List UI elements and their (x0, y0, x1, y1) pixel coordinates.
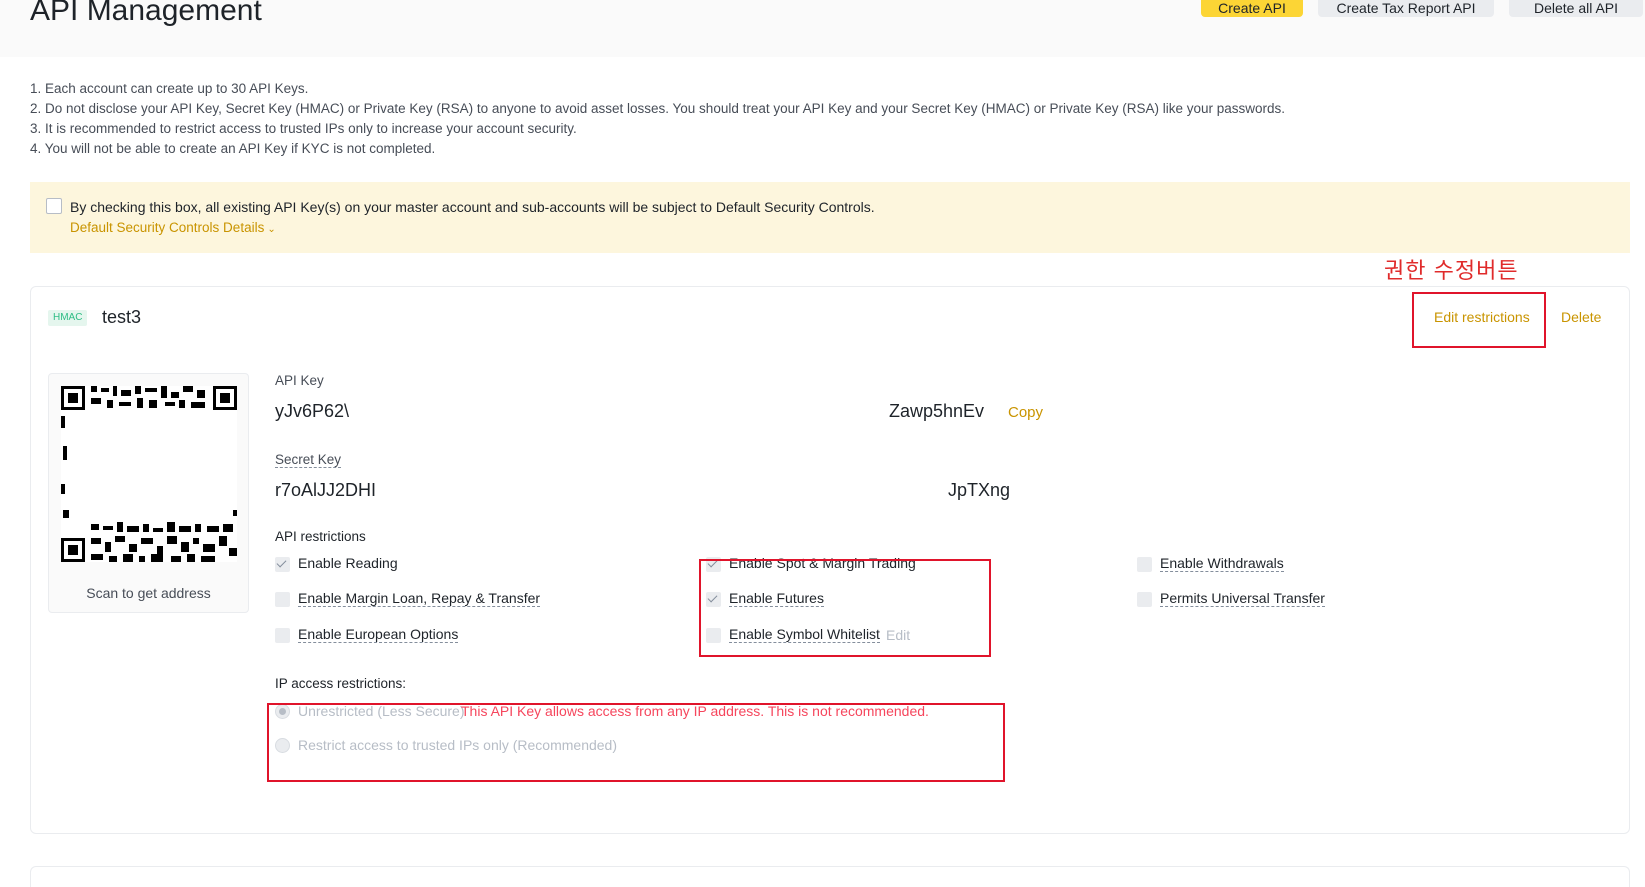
enable-withdrawals-checkbox[interactable] (1137, 557, 1152, 572)
qr-code-graphic (61, 386, 237, 562)
ip-restrictions-label: IP access restrictions: (275, 676, 407, 691)
api-key-value-end: Zawp5hnEv (889, 401, 985, 421)
security-controls-checkbox[interactable] (46, 198, 62, 214)
annotation-label: 권한 수정버튼 (1384, 258, 1519, 283)
qr-code-panel: Scan to get address (48, 373, 249, 613)
delete-all-api-button[interactable]: Delete all API (1509, 0, 1643, 17)
page-header: API Management Create API Create Tax Rep… (0, 0, 1645, 57)
enable-european-options-checkbox[interactable] (275, 628, 290, 643)
enable-withdrawals-label: Enable Withdrawals (1160, 555, 1284, 572)
enable-european-options-label: Enable European Options (298, 626, 459, 643)
qr-code (61, 386, 237, 562)
create-tax-report-api-button[interactable]: Create Tax Report API (1318, 0, 1494, 17)
key-type-badge: HMAC (48, 310, 88, 326)
api-key-name: test3 (102, 307, 142, 327)
secret-key-value-start: r7oAlJJ2DHI (275, 480, 377, 500)
delete-button[interactable]: Delete (1561, 309, 1601, 325)
secret-key-label: Secret Key (275, 452, 342, 468)
next-api-card (30, 866, 1630, 887)
enable-reading-checkbox[interactable] (275, 557, 290, 572)
universal-transfer-label: Permits Universal Transfer (1160, 590, 1325, 607)
api-notes: 1. Each account can create up to 30 API … (30, 79, 1285, 159)
api-key-value-start: yJv6P62\ (275, 401, 350, 421)
note-item: 1. Each account can create up to 30 API … (30, 81, 309, 96)
annotation-box-ip-restrictions (267, 703, 1005, 782)
page-title: API Management (30, 0, 262, 27)
security-controls-notice: By checking this box, all existing API K… (30, 182, 1630, 253)
secret-key-value-end: JpTXng (948, 480, 1011, 500)
enable-reading-label: Enable Reading (298, 555, 398, 571)
universal-transfer-checkbox[interactable] (1137, 592, 1152, 607)
note-item: 2. Do not disclose your API Key, Secret … (30, 101, 1286, 116)
security-controls-details-link[interactable]: Default Security Controls Details ⌄ (70, 220, 276, 235)
enable-margin-loan-label: Enable Margin Loan, Repay & Transfer (298, 590, 541, 607)
note-item: 4. You will not be able to create an API… (30, 141, 436, 156)
qr-caption: Scan to get address (86, 585, 211, 601)
note-item: 3. It is recommended to restrict access … (30, 121, 577, 136)
create-api-button[interactable]: Create API (1201, 0, 1303, 17)
annotation-box-edit-restrictions (1412, 292, 1546, 348)
api-restrictions-label: API restrictions (275, 529, 366, 544)
copy-api-key-button[interactable]: Copy (1008, 404, 1043, 421)
api-key-label: API Key (275, 373, 324, 388)
enable-margin-loan-checkbox[interactable] (275, 592, 290, 607)
security-controls-text: By checking this box, all existing API K… (70, 199, 875, 215)
details-link-label: Default Security Controls Details (70, 220, 265, 235)
chevron-down-icon: ⌄ (267, 224, 276, 235)
annotation-box-trading-permissions (699, 559, 991, 657)
